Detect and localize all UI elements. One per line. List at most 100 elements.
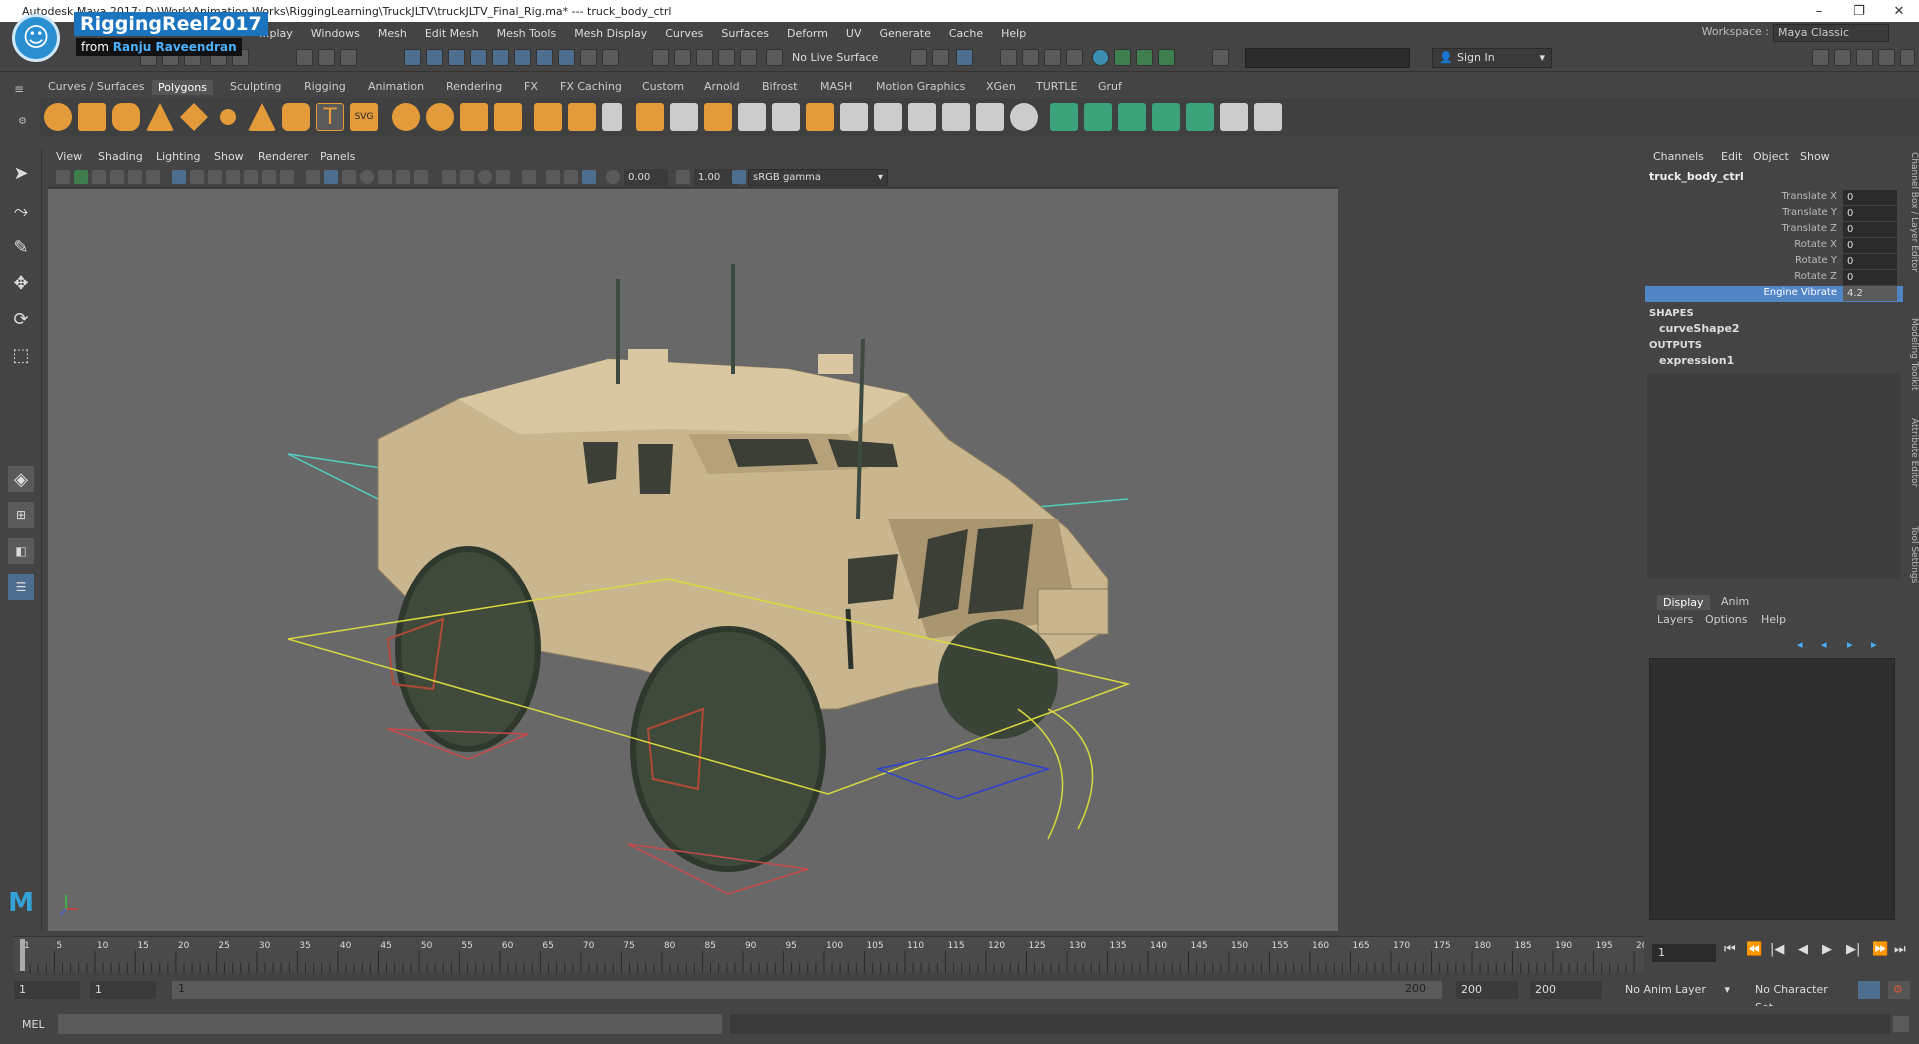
playback-start-field[interactable]: 1: [90, 981, 156, 999]
viewport-menu-show[interactable]: Show: [214, 150, 244, 163]
delete-edge-icon[interactable]: [908, 103, 936, 131]
cb-menu-object[interactable]: Object: [1753, 150, 1789, 163]
color-management-icon[interactable]: [732, 170, 746, 184]
outliner-layout-icon[interactable]: ☰: [8, 574, 34, 600]
minimize-button[interactable]: –: [1799, 0, 1839, 22]
layer-menu-options[interactable]: Options: [1705, 613, 1747, 626]
layer-menu-layers[interactable]: Layers: [1657, 613, 1693, 626]
fill-hole-icon[interactable]: [704, 103, 732, 131]
attr-row-rotate-z[interactable]: Rotate Z 0: [1645, 270, 1903, 286]
playback-end-field[interactable]: 200: [1456, 981, 1518, 999]
step-forward-frame-icon[interactable]: ▶|: [1846, 942, 1860, 957]
tool-settings-icon[interactable]: [1856, 49, 1873, 66]
side-tab-channel-box[interactable]: Channel Box / Layer Editor: [1905, 152, 1919, 272]
select-tool-icon[interactable]: ➤: [8, 160, 34, 186]
go-to-start-icon[interactable]: ⏮: [1724, 942, 1736, 957]
menu-surfaces[interactable]: Surfaces: [712, 27, 778, 40]
combine-icon[interactable]: [392, 103, 420, 131]
exposure-icon[interactable]: [606, 170, 620, 184]
spherical-map-icon[interactable]: [1152, 103, 1180, 131]
poke-icon[interactable]: [976, 103, 1004, 131]
xray-icon[interactable]: [546, 170, 560, 184]
default-material-icon[interactable]: [342, 170, 356, 184]
smooth-icon[interactable]: [494, 103, 522, 131]
shelf-settings-icon[interactable]: ⚙: [18, 116, 27, 127]
animation-preferences-icon[interactable]: ⚙: [1888, 981, 1910, 999]
attr-row-rotate-x[interactable]: Rotate X 0: [1645, 238, 1903, 254]
modeling-toolkit-icon[interactable]: [1812, 49, 1829, 66]
character-set-dropdown[interactable]: No Character Set: [1750, 981, 1848, 1014]
current-frame-field[interactable]: 1: [1652, 944, 1716, 962]
attribute-editor-toggle-icon[interactable]: [1114, 49, 1131, 66]
side-tab-modeling-toolkit[interactable]: Modeling Toolkit: [1905, 318, 1919, 391]
unfold-uv-icon[interactable]: [1254, 103, 1282, 131]
attr-row-translate-z[interactable]: Translate Z 0: [1645, 222, 1903, 238]
attr-value-field[interactable]: 0: [1843, 238, 1897, 253]
shelf-tab-xgen[interactable]: XGen: [984, 80, 1018, 93]
viewport-menu-lighting[interactable]: Lighting: [156, 150, 200, 163]
shelf-tab-arnold[interactable]: Arnold: [702, 80, 742, 93]
command-input[interactable]: [58, 1014, 722, 1034]
attribute-editor-icon[interactable]: [1834, 49, 1851, 66]
cb-menu-edit[interactable]: Edit: [1721, 150, 1742, 163]
menu-cache[interactable]: Cache: [940, 27, 992, 40]
magnet-icon[interactable]: [718, 49, 735, 66]
snap-surface-icon[interactable]: [492, 49, 509, 66]
viewport-menu-shading[interactable]: Shading: [98, 150, 143, 163]
gate-mask-icon[interactable]: [226, 170, 240, 184]
menu-mesh-display[interactable]: Mesh Display: [565, 27, 656, 40]
lasso-tool-icon[interactable]: ⤳: [8, 198, 34, 224]
select-component-icon[interactable]: [340, 49, 357, 66]
menu-deform[interactable]: Deform: [778, 27, 837, 40]
maximize-button[interactable]: ❐: [1839, 0, 1879, 22]
channel-box-icon[interactable]: [1878, 49, 1895, 66]
textured-icon[interactable]: [378, 170, 392, 184]
xray-active-icon[interactable]: [564, 170, 578, 184]
wedge-icon[interactable]: [942, 103, 970, 131]
image-plane-icon[interactable]: [110, 170, 124, 184]
grid-icon[interactable]: [172, 170, 186, 184]
select-object-icon[interactable]: [318, 49, 335, 66]
new-layer-selected-icon[interactable]: ▸: [1871, 638, 1877, 651]
shelf-tab-mash[interactable]: MASH: [818, 80, 854, 93]
shelf-tab-fx[interactable]: FX: [522, 80, 540, 93]
go-to-end-icon[interactable]: ⏭: [1894, 942, 1906, 957]
settings-gear-icon[interactable]: [1900, 49, 1915, 66]
select-camera-icon[interactable]: [56, 170, 70, 184]
live-surface-icon[interactable]: [766, 49, 783, 66]
planar-map-icon[interactable]: [1084, 103, 1112, 131]
snap-vertex-icon[interactable]: [514, 49, 531, 66]
anim-layer-dropdown[interactable]: No Anim Layer ▾: [1620, 981, 1732, 999]
poly-sphere-icon[interactable]: [44, 103, 72, 131]
menu-edit-mesh[interactable]: Edit Mesh: [416, 27, 488, 40]
shelf-tab-fx-caching[interactable]: FX Caching: [558, 80, 624, 93]
snap-grid-icon[interactable]: [404, 49, 421, 66]
shape-node[interactable]: curveShape2: [1659, 322, 1740, 335]
snap-curve-icon[interactable]: [426, 49, 443, 66]
use-all-lights-icon[interactable]: [396, 170, 410, 184]
cb-menu-show[interactable]: Show: [1800, 150, 1830, 163]
menu-mesh-tools[interactable]: Mesh Tools: [488, 27, 566, 40]
cylindrical-map-icon[interactable]: [1118, 103, 1146, 131]
side-tab-tool-settings[interactable]: Tool Settings: [1905, 526, 1919, 583]
play-forward-icon[interactable]: ▶: [1822, 942, 1832, 957]
mirror-icon[interactable]: [460, 103, 488, 131]
view-transform-dropdown[interactable]: sRGB gamma ▾: [748, 169, 888, 186]
animation-start-field[interactable]: 1: [14, 981, 80, 999]
2d-pan-zoom-icon[interactable]: [128, 170, 142, 184]
bevel-icon[interactable]: [636, 103, 664, 131]
merge-icon[interactable]: [874, 103, 902, 131]
multi-cut-icon[interactable]: [602, 103, 622, 131]
attr-row-engine-vibrate[interactable]: Engine Vibrate 4.2: [1645, 286, 1903, 302]
snap-view-plane-icon[interactable]: [470, 49, 487, 66]
perspective-viewport[interactable]: [48, 189, 1338, 931]
construction-off-icon[interactable]: [696, 49, 713, 66]
append-polygon-icon[interactable]: [806, 103, 834, 131]
bridge-icon[interactable]: [568, 103, 596, 131]
shelf-tab-rendering[interactable]: Rendering: [444, 80, 504, 93]
sidebar-toggle-icon[interactable]: [1212, 49, 1229, 66]
select-hierarchy-icon[interactable]: [296, 49, 313, 66]
shelf-tab-gruf[interactable]: Gruf: [1096, 80, 1124, 93]
ipr-render-icon[interactable]: [932, 49, 949, 66]
output-node[interactable]: expression1: [1659, 354, 1734, 367]
